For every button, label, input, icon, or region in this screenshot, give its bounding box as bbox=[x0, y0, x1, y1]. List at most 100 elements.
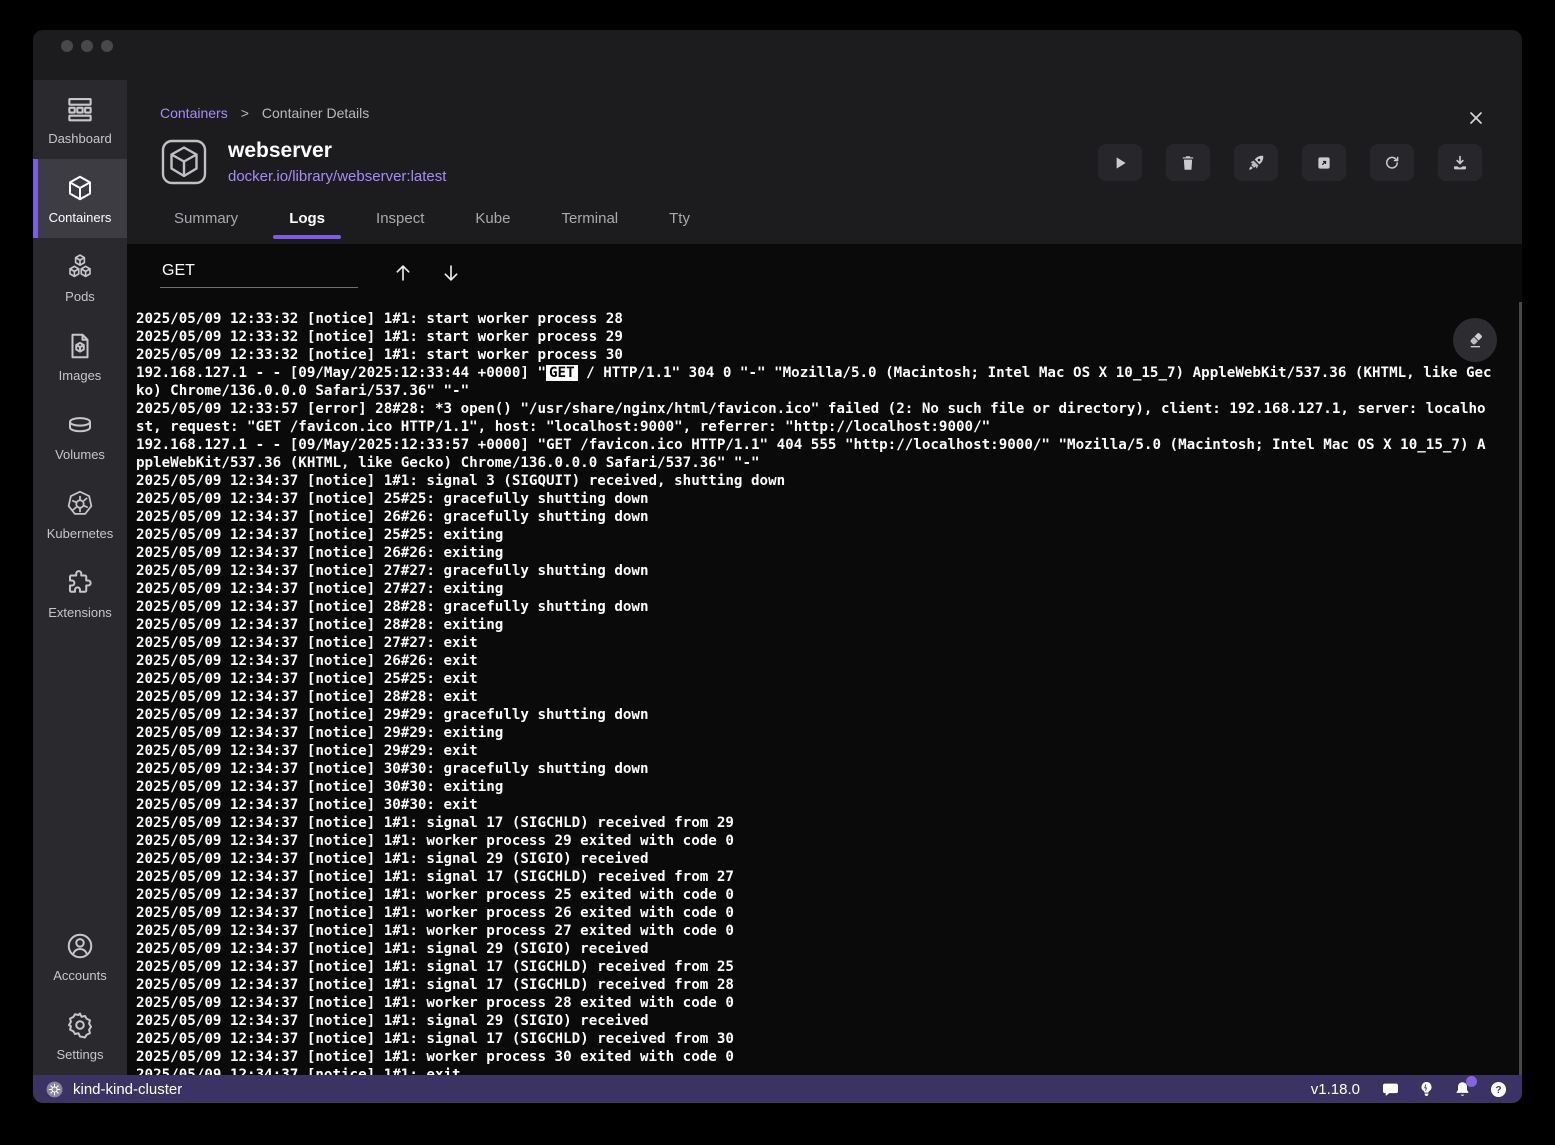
search-match: GET bbox=[546, 365, 578, 381]
page-title: webserver bbox=[228, 139, 446, 162]
play-button[interactable] bbox=[1098, 144, 1142, 181]
log-line: 192.168.127.1 - - [09/May/2025:12:33:44 … bbox=[136, 364, 1508, 382]
traffic-light-dot[interactable] bbox=[81, 40, 93, 52]
log-line: 2025/05/09 12:34:37 [notice] 29#29: grac… bbox=[136, 706, 1508, 724]
log-line: 2025/05/09 12:34:37 [notice] 1#1: exit bbox=[136, 1066, 1508, 1075]
bell-icon[interactable] bbox=[1453, 1080, 1472, 1099]
clear-logs-button[interactable] bbox=[1453, 318, 1497, 362]
close-icon[interactable] bbox=[1466, 108, 1486, 128]
sidebar-item-label: Extensions bbox=[48, 605, 112, 620]
tab-tty[interactable]: Tty bbox=[667, 208, 692, 229]
sidebar-item-images[interactable]: Images bbox=[33, 317, 127, 396]
container-image-link[interactable]: docker.io/library/webserver:latest bbox=[228, 168, 446, 185]
sidebar-item-settings[interactable]: Settings bbox=[33, 996, 127, 1075]
log-line: 2025/05/09 12:34:37 [notice] 1#1: worker… bbox=[136, 1048, 1508, 1066]
statusbar-icons: ? bbox=[1381, 1080, 1508, 1099]
sidebar-item-label: Settings bbox=[57, 1047, 104, 1062]
trash-button[interactable] bbox=[1166, 144, 1210, 181]
log-search-row bbox=[127, 244, 1522, 302]
download-icon bbox=[1451, 154, 1469, 172]
tab-terminal[interactable]: Terminal bbox=[559, 208, 620, 229]
sidebar-item-label: Images bbox=[59, 368, 102, 383]
sidebar-top: Dashboard ContainersPods Images Volumes Kube… bbox=[33, 80, 127, 633]
tab-inspect[interactable]: Inspect bbox=[374, 208, 426, 229]
trash-icon bbox=[1179, 154, 1197, 172]
breadcrumb-containers-link[interactable]: Containers bbox=[160, 105, 228, 121]
sidebar-item-label: Volumes bbox=[55, 447, 105, 462]
log-line: 2025/05/09 12:33:57 [error] 28#28: *3 op… bbox=[136, 400, 1508, 418]
search-nav bbox=[392, 262, 462, 284]
log-line: 2025/05/09 12:34:37 [notice] 30#30: exit… bbox=[136, 778, 1508, 796]
dashboard-icon bbox=[65, 94, 95, 124]
log-line: 2025/05/09 12:34:37 [notice] 25#25: exit… bbox=[136, 526, 1508, 544]
breadcrumb: Containers > Container Details bbox=[160, 104, 1522, 122]
sidebar-item-label: Kubernetes bbox=[47, 526, 114, 541]
extensions-icon bbox=[65, 568, 95, 598]
sidebar-item-pods[interactable]: Pods bbox=[33, 238, 127, 317]
refresh-button[interactable] bbox=[1370, 144, 1414, 181]
main-panel: Containers > Container Details webserver… bbox=[127, 80, 1522, 1075]
container-details-header: Containers > Container Details webserver… bbox=[127, 80, 1522, 244]
rocket-button[interactable] bbox=[1234, 144, 1278, 181]
log-line: 2025/05/09 12:34:37 [notice] 26#26: grac… bbox=[136, 508, 1508, 526]
sidebar-item-accounts[interactable]: Accounts bbox=[33, 917, 127, 996]
log-line: 2025/05/09 12:33:32 [notice] 1#1: start … bbox=[136, 328, 1508, 346]
log-line: 2025/05/09 12:33:32 [notice] 1#1: start … bbox=[136, 346, 1508, 364]
window-body: DashboardContainersPodsImagesVolumesKube… bbox=[33, 80, 1522, 1075]
sidebar-item-label: Dashboard bbox=[48, 131, 112, 146]
sidebar-item-label: Accounts bbox=[53, 968, 106, 983]
arrow-down-icon[interactable] bbox=[440, 262, 462, 284]
sidebar-bottom: Accounts Settings bbox=[33, 917, 127, 1075]
kube-context-button[interactable]: kind-kind-cluster bbox=[45, 1080, 182, 1099]
svg-text:?: ? bbox=[1495, 1084, 1501, 1095]
log-scrollbar[interactable] bbox=[1519, 302, 1522, 1075]
statusbar-right: v1.18.0 ? bbox=[1311, 1080, 1508, 1099]
containers-icon bbox=[65, 173, 95, 203]
log-line: 2025/05/09 12:34:37 [notice] 1#1: signal… bbox=[136, 472, 1508, 490]
sidebar-item-extensions[interactable]: Extensions bbox=[33, 554, 127, 633]
eraser-icon bbox=[1465, 330, 1485, 350]
search-input[interactable] bbox=[160, 258, 358, 288]
log-line: 2025/05/09 12:34:37 [notice] 30#30: grac… bbox=[136, 760, 1508, 778]
sidebar-item-kubernetes[interactable]: Kubernetes bbox=[33, 475, 127, 554]
rocket-icon bbox=[1247, 154, 1265, 172]
tab-logs[interactable]: Logs bbox=[287, 208, 327, 229]
breadcrumb-separator: > bbox=[241, 105, 249, 121]
play-icon bbox=[1111, 154, 1129, 172]
arrow-up-icon[interactable] bbox=[392, 262, 414, 284]
download-button[interactable] bbox=[1438, 144, 1482, 181]
log-line: 2025/05/09 12:34:37 [notice] 30#30: exit bbox=[136, 796, 1508, 814]
window-titlebar bbox=[33, 30, 1522, 80]
tab-bar: Summary Logs Inspect Kube Terminal Tty bbox=[160, 208, 1522, 244]
log-line: 2025/05/09 12:33:32 [notice] 1#1: start … bbox=[136, 310, 1508, 328]
log-viewer: 2025/05/09 12:33:32 [notice] 1#1: start … bbox=[127, 302, 1522, 1075]
traffic-light-dot[interactable] bbox=[101, 40, 113, 52]
log-line: 2025/05/09 12:34:37 [notice] 1#1: worker… bbox=[136, 922, 1508, 940]
sidebar-item-volumes[interactable]: Volumes bbox=[33, 396, 127, 475]
lightbulb-icon[interactable] bbox=[1417, 1080, 1436, 1099]
traffic-light-dot[interactable] bbox=[61, 40, 73, 52]
log-line: 2025/05/09 12:34:37 [notice] 26#26: exit… bbox=[136, 544, 1508, 562]
log-line: 2025/05/09 12:34:37 [notice] 28#28: exit… bbox=[136, 616, 1508, 634]
volumes-icon bbox=[65, 410, 95, 440]
tab-kube[interactable]: Kube bbox=[473, 208, 512, 229]
open-external-button[interactable] bbox=[1302, 144, 1346, 181]
log-line: ko) Chrome/136.0.0.0 Safari/537.36" "-" bbox=[136, 382, 1508, 400]
breadcrumb-current: Container Details bbox=[262, 105, 369, 121]
log-line: 2025/05/09 12:34:37 [notice] 26#26: exit bbox=[136, 652, 1508, 670]
sidebar-item-dashboard[interactable]: Dashboard bbox=[33, 80, 127, 159]
sidebar-item-containers[interactable]: Containers bbox=[33, 159, 127, 238]
log-line: 2025/05/09 12:34:37 [notice] 1#1: worker… bbox=[136, 994, 1508, 1012]
chat-icon[interactable] bbox=[1381, 1080, 1400, 1099]
log-line: 2025/05/09 12:34:37 [notice] 1#1: signal… bbox=[136, 1030, 1508, 1048]
log-lines: 2025/05/09 12:33:32 [notice] 1#1: start … bbox=[136, 310, 1508, 1075]
images-icon bbox=[65, 331, 95, 361]
log-line: 2025/05/09 12:34:37 [notice] 1#1: signal… bbox=[136, 1012, 1508, 1030]
log-line: 2025/05/09 12:34:37 [notice] 1#1: worker… bbox=[136, 886, 1508, 904]
tab-summary[interactable]: Summary bbox=[172, 208, 240, 229]
log-line: 2025/05/09 12:34:37 [notice] 1#1: signal… bbox=[136, 976, 1508, 994]
log-line: 2025/05/09 12:34:37 [notice] 1#1: signal… bbox=[136, 814, 1508, 832]
log-line: 2025/05/09 12:34:37 [notice] 29#29: exit… bbox=[136, 724, 1508, 742]
help-icon[interactable]: ? bbox=[1489, 1080, 1508, 1099]
accounts-icon bbox=[65, 931, 95, 961]
